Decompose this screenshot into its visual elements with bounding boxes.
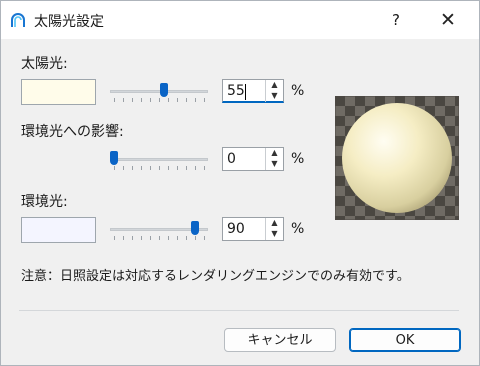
slider-tick — [168, 236, 169, 240]
slider-tick — [177, 98, 178, 102]
spin-down-icon[interactable]: ▼ — [267, 91, 282, 101]
spin-down-icon[interactable]: ▼ — [267, 229, 282, 239]
divider — [19, 310, 459, 311]
sunlight-color-swatch[interactable] — [21, 79, 96, 105]
slider-thumb[interactable] — [159, 83, 168, 97]
app-icon — [11, 13, 25, 27]
slider-tick — [168, 166, 169, 170]
slider-tick — [159, 98, 160, 102]
slider-tick — [150, 98, 151, 102]
slider-tick — [195, 166, 196, 170]
slider-tick — [141, 98, 142, 102]
spin-buttons: ▲ ▼ — [265, 148, 283, 170]
sunlight-label: 太陽光: — [21, 56, 68, 72]
spin-up-icon[interactable]: ▲ — [267, 148, 282, 158]
ambient-influence-value[interactable]: 0 — [227, 151, 236, 167]
ambient-influence-unit: % — [291, 151, 305, 167]
ambient-unit: % — [291, 221, 305, 237]
ambient-influence-spinbox[interactable]: 0 ▲ ▼ — [222, 147, 284, 171]
cancel-button[interactable]: キャンセル — [224, 328, 336, 352]
slider-tick — [141, 236, 142, 240]
spin-buttons: ▲ ▼ — [265, 80, 283, 102]
slider-tick — [186, 98, 187, 102]
slider-tick — [114, 98, 115, 102]
slider-tick — [123, 166, 124, 170]
slider-tick — [132, 98, 133, 102]
slider-tick — [132, 166, 133, 170]
slider-tick — [159, 166, 160, 170]
rendering-note: 注意：日照設定は対応するレンダリングエンジンでのみ有効です。 — [21, 269, 410, 284]
close-button[interactable]: ✕ — [431, 7, 465, 33]
spin-up-icon[interactable]: ▲ — [267, 218, 282, 228]
help-button[interactable]: ? — [381, 7, 411, 33]
spin-down-icon[interactable]: ▼ — [267, 159, 282, 169]
ambient-influence-label: 環境光への影響: — [21, 124, 124, 140]
slider-tick — [177, 236, 178, 240]
spin-buttons: ▲ ▼ — [265, 218, 283, 240]
sunlight-value[interactable]: 55 — [227, 83, 245, 99]
sunlight-settings-dialog: 太陽光設定 ? ✕ 太陽光: 55 ▲ ▼ % 環境光への影響: 0 ▲ ▼ %… — [0, 0, 480, 366]
slider-tick — [150, 166, 151, 170]
slider-tick — [195, 236, 196, 240]
ambient-slider[interactable] — [110, 219, 208, 241]
sunlight-slider[interactable] — [110, 81, 208, 103]
slider-thumb[interactable] — [191, 221, 199, 235]
slider-tick — [168, 98, 169, 102]
ambient-influence-slider[interactable] — [110, 149, 208, 171]
slider-tick — [141, 166, 142, 170]
slider-tick — [204, 166, 205, 170]
slider-thumb[interactable] — [110, 151, 118, 165]
window-title: 太陽光設定 — [34, 14, 104, 30]
slider-tick — [114, 166, 115, 170]
slider-tick — [186, 236, 187, 240]
slider-track — [110, 158, 208, 161]
spin-up-icon[interactable]: ▲ — [267, 80, 282, 90]
slider-tick — [123, 236, 124, 240]
slider-tick — [195, 98, 196, 102]
slider-tick — [114, 236, 115, 240]
ok-button[interactable]: OK — [349, 328, 461, 352]
sunlight-unit: % — [291, 83, 305, 99]
text-caret — [245, 84, 246, 100]
ambient-value[interactable]: 90 — [227, 221, 245, 237]
slider-tick — [204, 98, 205, 102]
slider-tick — [186, 166, 187, 170]
slider-tick — [123, 98, 124, 102]
ambient-label: 環境光: — [21, 194, 68, 210]
slider-tick — [177, 166, 178, 170]
lit-sphere — [342, 103, 452, 213]
slider-tick — [150, 236, 151, 240]
ambient-color-swatch[interactable] — [21, 217, 96, 243]
slider-tick — [132, 236, 133, 240]
slider-tick — [204, 236, 205, 240]
sunlight-spinbox[interactable]: 55 ▲ ▼ — [222, 79, 284, 103]
ambient-spinbox[interactable]: 90 ▲ ▼ — [222, 217, 284, 241]
sphere-preview — [335, 96, 459, 220]
title-bar: 太陽光設定 ? ✕ — [1, 1, 479, 39]
slider-tick — [159, 236, 160, 240]
